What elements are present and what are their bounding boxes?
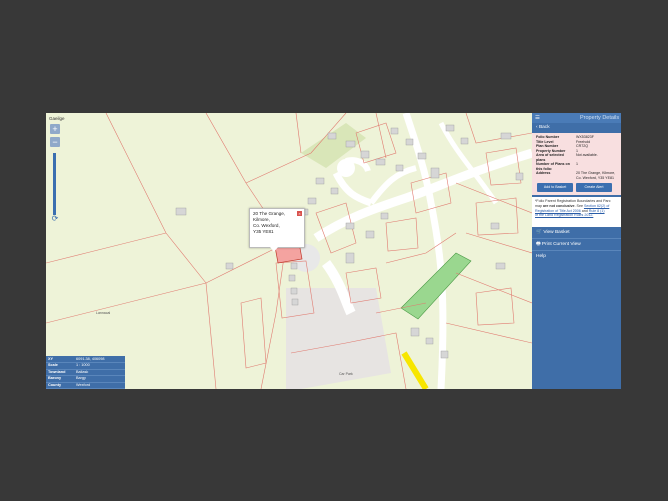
detail-key: Address [536, 171, 551, 175]
rules-link[interactable]: of the Land Registration Rules 2012. [535, 213, 593, 217]
back-label: Back [538, 125, 550, 130]
section-link[interactable]: Section 62(2) of [584, 204, 609, 208]
info-key: County [46, 382, 74, 389]
disclaimer-note: *Folio Parent Registration Boundaries an… [532, 197, 621, 227]
help-item[interactable]: Help [532, 251, 621, 262]
menu-icon[interactable]: ☰ [535, 115, 540, 121]
townland-map-label: Lannacal [96, 311, 111, 315]
detail-value: Not available. [576, 153, 598, 157]
details-table: Folio Number WX53823F Title Level Freehold… [535, 135, 619, 180]
sidebar-header: ☰ Property Details [532, 113, 621, 123]
highlighted-road [401, 351, 429, 389]
application-window: Gaeilge + − ⟳ Lannacal Car Park 20 The G… [46, 113, 621, 389]
popup-close-icon[interactable]: × [297, 211, 302, 216]
view-basket-item[interactable]: 🛒 View Basket [532, 227, 621, 239]
popup-line: Y35 YE81 [253, 229, 274, 234]
refresh-icon[interactable]: ⟳ [50, 214, 60, 224]
language-link[interactable]: Gaeilge [49, 116, 65, 121]
zoom-in-button[interactable]: + [50, 124, 60, 134]
detail-value: 20 The Grange, Kilmore, Co. Wexford, Y35… [576, 171, 616, 180]
act-link[interactable]: Registration of Title Act 2006 [535, 209, 581, 213]
print-view-item[interactable]: 🖶 Print Current View [532, 239, 621, 251]
note-text: . See [574, 203, 584, 208]
zoom-slider[interactable] [53, 153, 56, 215]
note-line: of the Land Registration Rules 2012. [535, 213, 618, 218]
map-viewport[interactable]: Gaeilge + − ⟳ Lannacal Car Park 20 The G… [46, 113, 532, 389]
basket-icon: 🛒 [536, 230, 542, 235]
add-to-basket-button[interactable]: Add to Basket [537, 183, 573, 192]
note-text: map [535, 203, 543, 208]
detail-key: Area of selected plans [536, 153, 564, 162]
popup-pointer [270, 247, 278, 252]
menu-label: Help [536, 254, 546, 259]
menu-label: View Basket [543, 230, 570, 235]
map-canvas[interactable] [46, 113, 532, 389]
back-link[interactable]: ‹ Back [532, 123, 621, 132]
zoom-out-button[interactable]: − [50, 137, 60, 147]
note-emphasis: are not conclusive [543, 203, 575, 208]
create-alert-button[interactable]: Create Alert [576, 183, 612, 192]
sidebar-title: Property Details [580, 115, 620, 121]
car-park-map-label: Car Park [339, 372, 353, 376]
menu-label: Print Current View [541, 242, 581, 247]
detail-actions: Add to Basket Create Alert [535, 183, 619, 192]
detail-key: Number of Plans on this folio: [536, 162, 570, 171]
property-details-card: Folio Number WX53823F Title Level Freehold… [532, 133, 621, 195]
address-popup: 20 The Grange, Kilmore, Co. Wexford, Y35… [249, 208, 305, 252]
info-table: XY 6091.38, 406098 Scale 1 : 1000 Townland… [46, 357, 125, 389]
property-sidebar: ☰ Property Details ‹ Back Folio Number WX… [532, 113, 621, 389]
rule-link[interactable]: Rule 8 (1) [589, 209, 605, 213]
print-icon: 🖶 [536, 242, 541, 247]
map-info-panel: XY 6091.38, 406098 Scale 1 : 1000 Townland… [46, 356, 125, 389]
info-value: Wexford [74, 382, 125, 389]
note-text: and [580, 208, 589, 213]
detail-value: 1 [576, 162, 578, 166]
woodland-strip [400, 252, 472, 320]
